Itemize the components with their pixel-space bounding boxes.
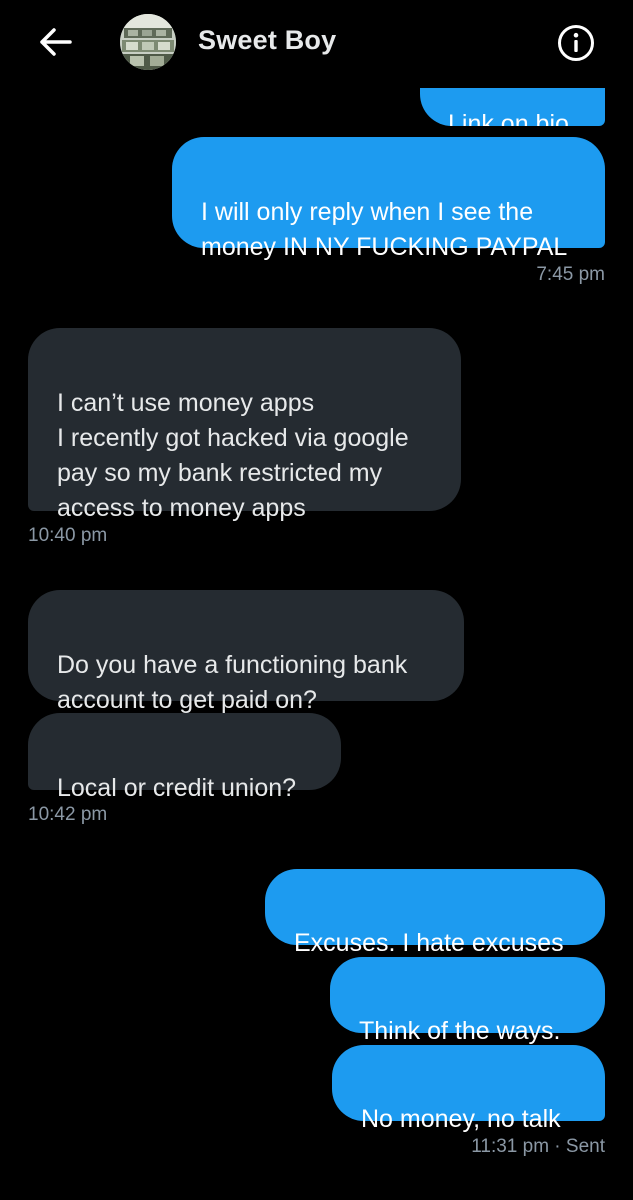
message-bubble-outgoing[interactable]: No money, no talk [332,1045,605,1133]
message-text: Link on bio [448,110,569,126]
contact-name[interactable]: Sweet Boy [198,25,336,56]
arrow-left-icon [40,28,72,56]
back-button[interactable] [36,24,76,60]
message-text: Do you have a functioning bank account t… [57,651,408,714]
message-text: Think of the ways. [359,1017,561,1045]
message-text: Excuses. I hate excuses [294,929,564,957]
conversation-header: Sweet Boy [0,0,633,88]
message-text: I can’t use money apps I recently got ha… [57,389,409,522]
message-timestamp: 10:42 pm [28,804,108,825]
message-bubble-incoming[interactable]: I can’t use money apps I recently got ha… [28,328,461,522]
message-timestamp: 10:40 pm [28,525,108,546]
message-bubble-incoming[interactable]: Do you have a functioning bank account t… [28,590,464,714]
info-circle-icon [558,25,594,61]
message-bubble-incoming[interactable]: Local or credit union? [28,713,341,802]
message-timestamp: 7:45 pm [536,264,605,285]
message-timestamp: 11:31 pm · Sent [471,1136,605,1157]
message-bubble-outgoing[interactable]: Excuses. I hate excuses [265,869,605,957]
avatar-image [120,14,176,70]
message-text: No money, no talk [361,1105,561,1133]
info-button[interactable] [555,22,597,64]
message-bubble-outgoing[interactable]: Think of the ways. [330,957,605,1045]
message-bubble-outgoing[interactable]: I will only reply when I see the money I… [172,137,605,261]
message-text: I will only reply when I see the money I… [201,198,568,261]
avatar[interactable] [120,14,176,70]
message-text: Local or credit union? [57,774,297,802]
